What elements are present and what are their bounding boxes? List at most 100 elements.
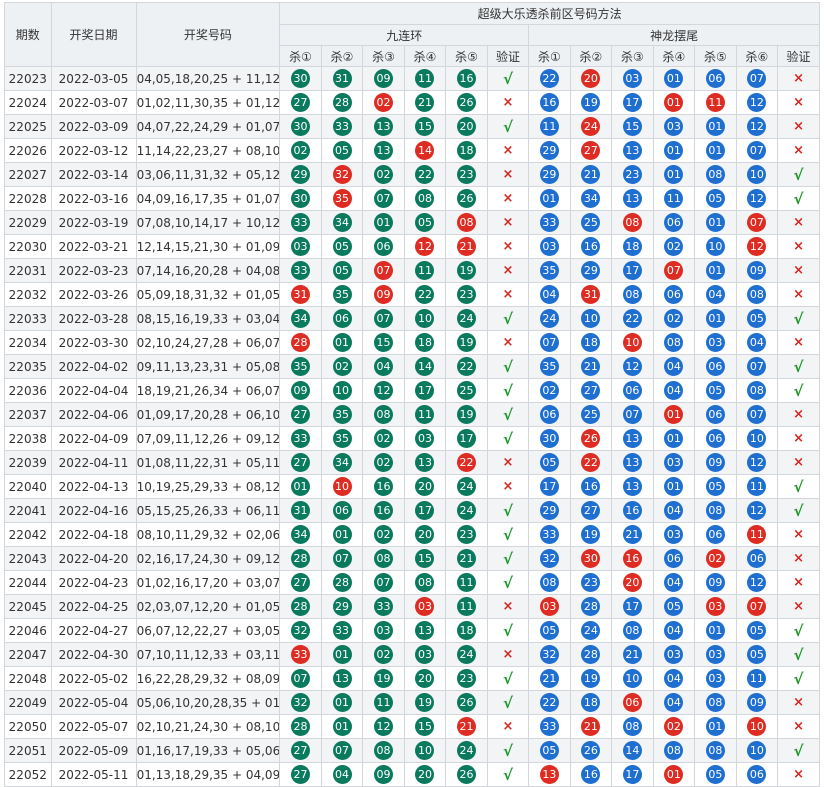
header-g2-col-4: 杀④: [652, 45, 696, 67]
kill-cell: 16: [611, 498, 654, 523]
kill-cell: 02: [279, 138, 322, 163]
number-ball: 12: [373, 381, 393, 400]
kill-cell: 27: [569, 138, 613, 163]
table-row: 22035 2022-04-02 09,11,13,23,31 + 05,08 35 0…: [4, 354, 820, 379]
kill-cell: 03: [279, 234, 322, 259]
verify-cell: ×: [777, 714, 820, 739]
kill-cell: 25: [569, 402, 613, 427]
kill-cell: 18: [611, 234, 654, 259]
number-ball: 27: [291, 405, 311, 424]
period-cell: 22043: [4, 546, 52, 571]
numbers-cell: 06,07,12,22,27 + 03,05: [135, 618, 281, 643]
period-cell: 22047: [4, 642, 52, 667]
kill-cell: 20: [403, 474, 447, 499]
kill-cell: 21: [445, 546, 488, 571]
kill-cell: 09: [694, 450, 737, 475]
kill-cell: 05: [528, 618, 571, 643]
number-ball: 11: [456, 573, 476, 592]
number-ball: 11: [539, 117, 559, 136]
kill-cell: 03: [652, 522, 696, 547]
number-ball: 11: [747, 525, 767, 544]
verify-cell: ×: [777, 546, 820, 571]
cross-mark-icon: ×: [502, 335, 514, 350]
table-row: 22052 2022-05-11 01,13,18,29,35 + 04,09 27 0…: [4, 762, 820, 787]
number-ball: 09: [705, 453, 725, 472]
number-ball: 16: [456, 69, 476, 88]
kill-cell: 23: [445, 666, 488, 691]
kill-cell: 12: [735, 186, 779, 211]
kill-cell: 16: [569, 234, 613, 259]
number-ball: 01: [539, 189, 559, 208]
number-ball: 02: [373, 645, 393, 664]
date-cell: 2022-05-02: [50, 666, 137, 691]
number-ball: 26: [456, 189, 476, 208]
kill-cell: 07: [735, 354, 779, 379]
kill-cell: 07: [652, 258, 696, 283]
number-ball: 23: [456, 285, 476, 304]
kill-cell: 08: [694, 498, 737, 523]
number-ball: 26: [581, 429, 601, 448]
header-g1-col-4: 杀④: [403, 45, 447, 67]
number-ball: 22: [581, 453, 601, 472]
kill-cell: 01: [694, 306, 737, 331]
check-mark-icon: √: [502, 405, 513, 424]
kill-cell: 13: [611, 474, 654, 499]
kill-cell: 20: [403, 762, 447, 787]
number-ball: 12: [747, 117, 767, 136]
kill-cell: 25: [569, 210, 613, 235]
period-cell: 22052: [4, 762, 52, 787]
kill-cell: 04: [362, 354, 405, 379]
kill-cell: 06: [320, 306, 364, 331]
verify-cell: √: [486, 762, 530, 787]
kill-cell: 16: [569, 474, 613, 499]
kill-cell: 04: [652, 666, 696, 691]
kill-cell: 30: [279, 66, 322, 91]
kill-cell: 01: [320, 690, 364, 715]
kill-cell: 15: [403, 714, 447, 739]
number-ball: 05: [705, 189, 725, 208]
kill-cell: 20: [569, 66, 613, 91]
kill-cell: 01: [652, 474, 696, 499]
verify-cell: ×: [777, 690, 820, 715]
verify-cell: √: [486, 306, 530, 331]
date-cell: 2022-03-16: [50, 186, 137, 211]
kill-cell: 02: [652, 234, 696, 259]
check-mark-icon: √: [502, 357, 513, 376]
kill-cell: 24: [445, 306, 488, 331]
kill-cell: 20: [611, 570, 654, 595]
kill-cell: 13: [362, 138, 405, 163]
period-cell: 22030: [4, 234, 52, 259]
check-mark-icon: √: [502, 117, 513, 136]
numbers-cell: 05,15,25,26,33 + 06,11: [135, 498, 281, 523]
kill-cell: 09: [694, 570, 737, 595]
number-ball: 03: [664, 453, 684, 472]
numbers-cell: 07,10,11,12,33 + 03,11: [135, 642, 281, 667]
verify-cell: ×: [777, 282, 820, 307]
kill-cell: 01: [694, 618, 737, 643]
kill-cell: 03: [694, 642, 737, 667]
table-row: 22046 2022-04-27 06,07,12,22,27 + 03,05 32 3…: [4, 618, 820, 643]
kill-cell: 18: [569, 690, 613, 715]
number-ball: 11: [664, 189, 684, 208]
kill-cell: 22: [445, 354, 488, 379]
number-ball: 16: [622, 501, 642, 520]
check-mark-icon: √: [793, 621, 804, 640]
numbers-cell: 10,19,25,29,33 + 08,12: [135, 474, 281, 499]
number-ball: 35: [332, 405, 352, 424]
kill-cell: 29: [279, 162, 322, 187]
number-ball: 19: [456, 333, 476, 352]
kill-cell: 02: [528, 378, 571, 403]
kill-cell: 18: [445, 138, 488, 163]
kill-cell: 32: [528, 546, 571, 571]
kill-cell: 19: [445, 330, 488, 355]
period-cell: 22034: [4, 330, 52, 355]
verify-cell: ×: [777, 258, 820, 283]
header-g1-col-5: 杀⑤: [445, 45, 488, 67]
number-ball: 22: [415, 165, 435, 184]
number-ball: 19: [581, 525, 601, 544]
kill-cell: 10: [569, 306, 613, 331]
kill-cell: 22: [445, 450, 488, 475]
kill-cell: 17: [611, 594, 654, 619]
number-ball: 08: [705, 501, 725, 520]
date-cell: 2022-03-14: [50, 162, 137, 187]
